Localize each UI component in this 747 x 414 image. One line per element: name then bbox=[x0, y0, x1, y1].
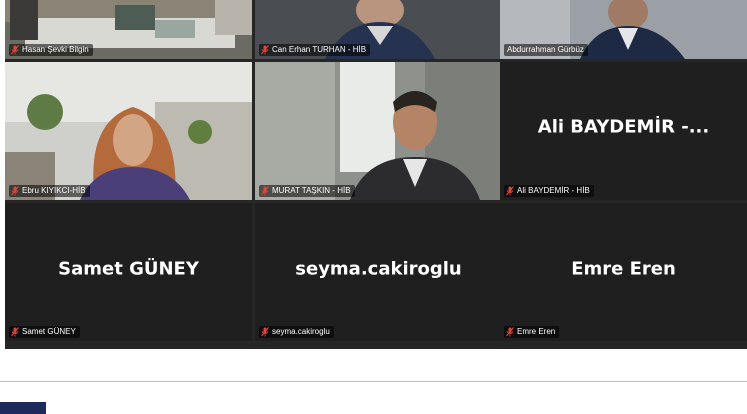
participant-name-label: Abdurrahman Gürbüz bbox=[504, 44, 588, 56]
participant-name: Samet GÜNEY bbox=[22, 327, 76, 336]
participant-display-name: Emre Eren bbox=[571, 258, 676, 280]
video-gallery: Hasan Şevki Bilgin Can Erhan TURHAN - Hİ… bbox=[5, 0, 747, 349]
participant-name-label: Ali BAYDEMİR - HİB bbox=[504, 185, 594, 197]
participant-name-label: MURAT TAŞKIN - HİB bbox=[259, 185, 355, 197]
mic-muted-icon bbox=[261, 186, 269, 196]
participant-name-label: Ebru KIYIKCI-HİB bbox=[9, 185, 90, 197]
participant-name: Ali BAYDEMİR - HİB bbox=[517, 186, 590, 195]
participant-tile-can-erhan[interactable]: Can Erhan TURHAN - HİB bbox=[255, 0, 502, 59]
participant-name-label: seyma.cakiroglu bbox=[259, 326, 334, 338]
participant-tile-hasan[interactable]: Hasan Şevki Bilgin bbox=[5, 0, 252, 59]
participant-name: MURAT TAŞKIN - HİB bbox=[272, 186, 351, 195]
mic-muted-icon bbox=[261, 45, 269, 55]
participant-name: Hasan Şevki Bilgin bbox=[22, 45, 89, 54]
footer-tab bbox=[0, 402, 46, 414]
participant-tile-ebru[interactable]: Ebru KIYIKCI-HİB bbox=[5, 62, 252, 200]
divider bbox=[0, 381, 747, 382]
participant-display-name: Samet GÜNEY bbox=[58, 258, 199, 280]
participant-display-name: seyma.cakiroglu bbox=[295, 258, 462, 280]
participant-tile-murat[interactable]: MURAT TAŞKIN - HİB bbox=[255, 62, 502, 200]
participant-name: seyma.cakiroglu bbox=[272, 327, 330, 336]
participant-name-label: Emre Eren bbox=[504, 326, 560, 338]
participant-name-label: Can Erhan TURHAN - HİB bbox=[259, 44, 371, 56]
participant-tile-samet[interactable]: Samet GÜNEY Samet GÜNEY bbox=[5, 203, 252, 341]
participant-name: Ebru KIYIKCI-HİB bbox=[22, 186, 86, 195]
mic-muted-icon bbox=[11, 45, 19, 55]
participant-name: Emre Eren bbox=[517, 327, 556, 336]
participant-tile-seyma[interactable]: seyma.cakiroglu seyma.cakiroglu bbox=[255, 203, 502, 341]
participant-name: Abdurrahman Gürbüz bbox=[507, 45, 584, 54]
participant-tile-emre[interactable]: Emre Eren Emre Eren bbox=[500, 203, 747, 341]
mic-muted-icon bbox=[506, 327, 514, 337]
mic-muted-icon bbox=[261, 327, 269, 337]
participant-tile-ali[interactable]: Ali BAYDEMİR -... Ali BAYDEMİR - HİB bbox=[500, 62, 747, 200]
mic-muted-icon bbox=[11, 327, 19, 337]
video-feed bbox=[5, 62, 252, 200]
participant-tile-abdurrahman[interactable]: Abdurrahman Gürbüz bbox=[500, 0, 747, 59]
participant-name-label: Hasan Şevki Bilgin bbox=[9, 44, 93, 56]
participant-display-name: Ali BAYDEMİR -... bbox=[537, 116, 710, 138]
mic-muted-icon bbox=[506, 186, 514, 196]
video-feed bbox=[255, 62, 502, 200]
participant-name-label: Samet GÜNEY bbox=[9, 326, 80, 338]
participant-name: Can Erhan TURHAN - HİB bbox=[272, 45, 367, 54]
mic-muted-icon bbox=[11, 186, 19, 196]
